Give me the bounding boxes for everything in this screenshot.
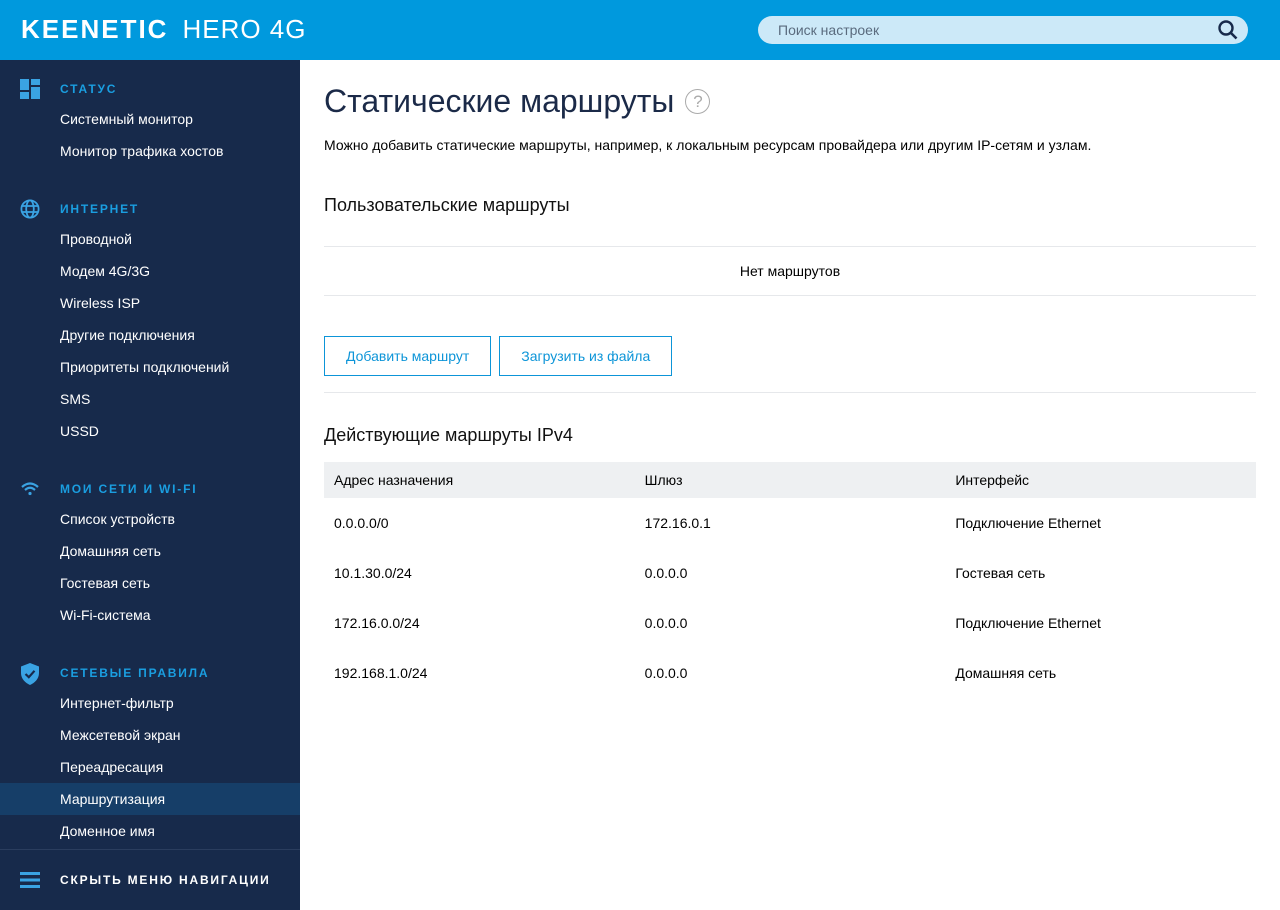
- sidebar-item[interactable]: Маршрутизация: [0, 783, 300, 815]
- shield-icon: [20, 663, 40, 685]
- column-header: Шлюз: [634, 462, 946, 498]
- nav-section: СЕТЕВЫЕ ПРАВИЛА Интернет-фильтр Межсетевой…: [0, 659, 300, 847]
- sidebar-item[interactable]: Доменное имя: [0, 815, 300, 847]
- sidebar-item[interactable]: Монитор трафика хостов: [0, 135, 300, 167]
- routes-table: Адрес назначения Шлюз Интерфейс 0.0.0.0/0 1…: [324, 462, 1256, 698]
- table-cell: 192.168.1.0/24: [334, 665, 428, 681]
- nav-section: ИНТЕРНЕТ Проводной Модем 4G/3G Wireless ISP…: [0, 195, 300, 447]
- column-header: Адрес назначения: [324, 462, 635, 498]
- sidebar-item[interactable]: Системный монитор: [0, 103, 300, 135]
- sidebar-item[interactable]: Переадресация: [0, 751, 300, 783]
- active-routes-title: Действующие маршруты IPv4: [324, 425, 573, 445]
- logo[interactable]: KEENETIC HERO 4G: [21, 14, 307, 45]
- help-icon[interactable]: ?: [685, 88, 711, 114]
- dashboard-icon: [20, 79, 40, 99]
- table-cell: 172.16.0.0/24: [334, 615, 420, 631]
- nav-section-header[interactable]: ИНТЕРНЕТ: [0, 195, 300, 223]
- no-routes-text: Нет маршрутов: [324, 246, 1256, 296]
- table-cell: Домашняя сеть: [955, 665, 1057, 681]
- sidebar-item[interactable]: Список устройств: [0, 503, 300, 535]
- table-cell: 0.0.0.0: [644, 565, 688, 581]
- table-cell: 172.16.0.1: [644, 515, 711, 531]
- page-description: Можно добавить статические маршруты, нап…: [324, 137, 1092, 153]
- hide-menu-label: СКРЫТЬ МЕНЮ НАВИГАЦИИ: [60, 873, 271, 887]
- load-from-file-button[interactable]: Загрузить из файла: [499, 336, 673, 376]
- table-cell: Гостевая сеть: [955, 565, 1046, 581]
- page-title: Статические маршруты: [324, 82, 675, 119]
- wifi-icon: [20, 479, 40, 499]
- nav-section-title: МОИ СЕТИ И WI-FI: [60, 482, 198, 496]
- table-row: 0.0.0.0/0 172.16.0.1 Подключение Ethernet: [324, 498, 1256, 548]
- nav-section: СТАТУС Системный монитор Монитор трафика х…: [0, 75, 300, 167]
- main-content: Статические маршруты? Можно добавить ста…: [324, 60, 1256, 698]
- sidebar-item[interactable]: SMS: [0, 383, 300, 415]
- search-icon[interactable]: [1208, 20, 1248, 40]
- table-cell: 0.0.0.0: [644, 665, 688, 681]
- brand: KEENETIC: [21, 14, 169, 44]
- menu-icon: [20, 872, 40, 893]
- sidebar-item[interactable]: Интернет-фильтр: [0, 687, 300, 719]
- sidebar-item[interactable]: Модем 4G/3G: [0, 255, 300, 287]
- sidebar-item[interactable]: Другие подключения: [0, 319, 300, 351]
- nav-section-header[interactable]: МОИ СЕТИ И WI-FI: [0, 475, 300, 503]
- table-cell: Подключение Ethernet: [955, 615, 1101, 631]
- search-box: [758, 16, 1248, 44]
- table-cell: Подключение Ethernet: [955, 515, 1101, 531]
- table-cell: 0.0.0.0: [644, 615, 688, 631]
- model: HERO 4G: [182, 14, 307, 44]
- globe-icon: [20, 199, 40, 219]
- nav-section-header[interactable]: СЕТЕВЫЕ ПРАВИЛА: [0, 659, 300, 687]
- table-row: 172.16.0.0/24 0.0.0.0 Подключение Ethernet: [324, 598, 1256, 648]
- sidebar-item[interactable]: Гостевая сеть: [0, 567, 300, 599]
- search-input[interactable]: [758, 16, 1208, 44]
- nav-section-title: ИНТЕРНЕТ: [60, 202, 140, 216]
- table-row: 192.168.1.0/24 0.0.0.0 Домашняя сеть: [324, 648, 1256, 698]
- sidebar-item[interactable]: Проводной: [0, 223, 300, 255]
- column-header: Интерфейс: [945, 462, 1256, 498]
- top-bar: KEENETIC HERO 4G: [0, 0, 1280, 60]
- user-routes-title: Пользовательские маршруты: [324, 195, 570, 215]
- sidebar-item[interactable]: Wi-Fi-система: [0, 599, 300, 631]
- add-route-button[interactable]: Добавить маршрут: [324, 336, 492, 376]
- sidebar-item[interactable]: USSD: [0, 415, 300, 447]
- sidebar-item[interactable]: Wireless ISP: [0, 287, 300, 319]
- sidebar-item[interactable]: Домашняя сеть: [0, 535, 300, 567]
- nav-section: МОИ СЕТИ И WI-FI Список устройств Домашняя…: [0, 475, 300, 631]
- hide-menu-button[interactable]: СКРЫТЬ МЕНЮ НАВИГАЦИИ: [0, 849, 300, 910]
- table-cell: 0.0.0.0/0: [334, 515, 389, 531]
- sidebar: СТАТУС Системный монитор Монитор трафика х…: [0, 60, 300, 910]
- sidebar-item[interactable]: Межсетевой экран: [0, 719, 300, 751]
- nav-section-title: СЕТЕВЫЕ ПРАВИЛА: [60, 666, 210, 680]
- nav-section-header[interactable]: СТАТУС: [0, 75, 300, 103]
- table-cell: 10.1.30.0/24: [334, 565, 412, 581]
- sidebar-item[interactable]: Приоритеты подключений: [0, 351, 300, 383]
- nav-section-title: СТАТУС: [60, 82, 118, 96]
- table-row: 10.1.30.0/24 0.0.0.0 Гостевая сеть: [324, 548, 1256, 598]
